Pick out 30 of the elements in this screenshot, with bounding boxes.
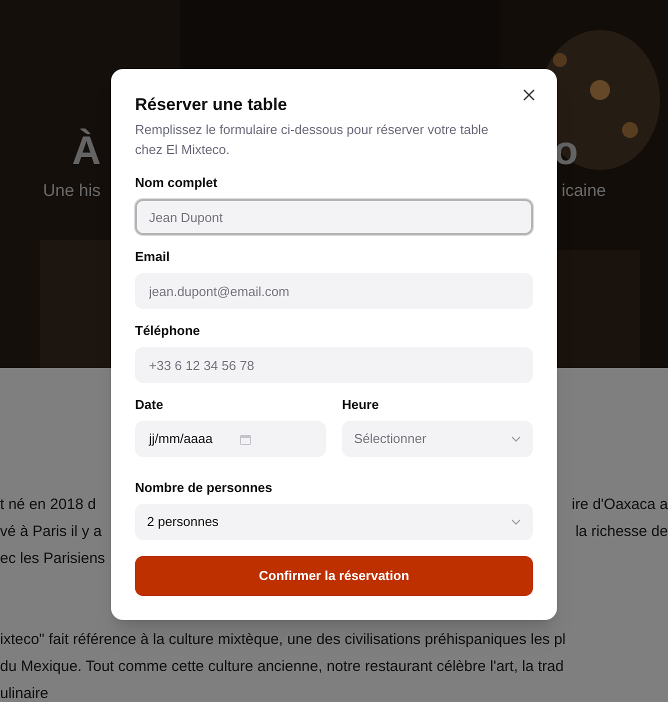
select-field[interactable]: Sélectionner — [342, 421, 533, 457]
input-field[interactable]: Jean Dupont — [135, 199, 533, 235]
field-label: Date — [135, 396, 164, 414]
story-text: t né en 2018 d — [0, 495, 96, 516]
calendar-icon — [240, 434, 251, 444]
hero-subtitle: Une his — [43, 180, 101, 202]
chevron-down-icon — [511, 436, 521, 442]
hero-subtitle: icaine — [562, 180, 606, 202]
dialog-title: Réserver une table — [135, 94, 288, 116]
story-text: ulinaire — [0, 684, 48, 702]
input-field[interactable]: jean.dupont@email.com — [135, 273, 533, 309]
input-field[interactable]: +33 6 12 34 56 78 — [135, 347, 533, 383]
dialog-description: Remplissez le formulaire ci-dessous pour réserver votre table chez El Mixteco. — [135, 121, 490, 159]
select-field[interactable]: 2 personnes — [135, 504, 533, 540]
field-label: Téléphone — [135, 322, 202, 340]
story-text: ec les Parisiens — [0, 549, 106, 570]
close-icon — [523, 89, 535, 101]
hero-title: À — [72, 128, 101, 175]
field-label: Nombre de personnes — [135, 479, 274, 497]
field-label: Email — [135, 248, 171, 266]
chevron-down-icon — [511, 519, 521, 525]
story-text: ixteco" fait référence à la culture mixtèque, une des civilisations préhispaniques les pl — [0, 630, 566, 650]
story-text: ire d'Oaxaca a — [572, 495, 668, 516]
date-field[interactable]: jj/mm/aaaa — [135, 421, 326, 457]
story-text: la richesse de — [575, 522, 668, 542]
story-text: vé à Paris il y a — [0, 522, 102, 542]
confirm-button[interactable]: Confirmer la réservation — [135, 556, 533, 596]
field-label: Heure — [342, 396, 380, 414]
field-label: Nom complet — [135, 174, 218, 192]
story-text: du Mexique. Tout comme cette culture ancienne, notre restaurant célèbre l'art, la trad — [0, 657, 564, 678]
